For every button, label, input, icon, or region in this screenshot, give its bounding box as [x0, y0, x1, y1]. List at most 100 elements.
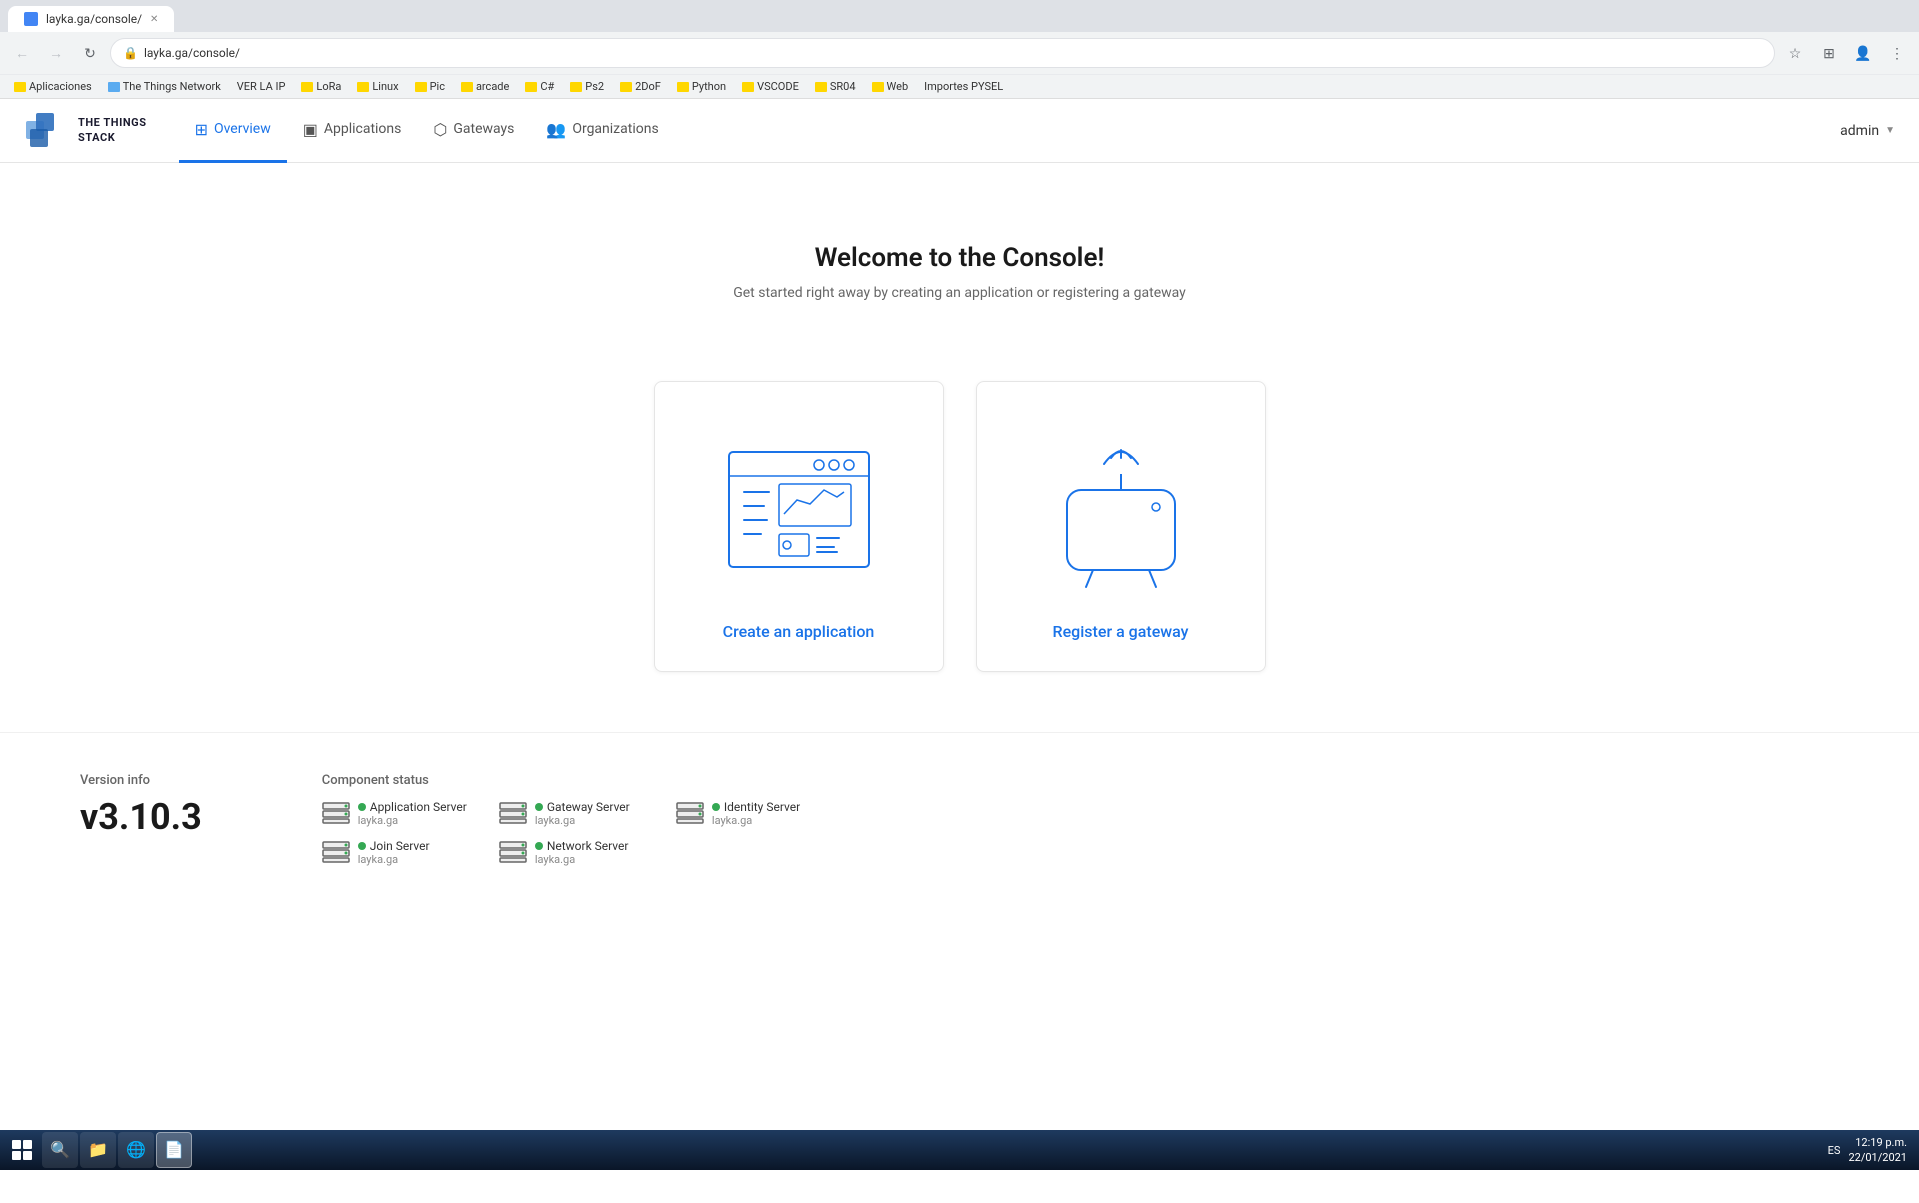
status-dot-green [535, 842, 543, 850]
create-application-label: Create an application [723, 622, 875, 641]
lock-icon: 🔒 [123, 46, 138, 60]
folder-icon [357, 82, 369, 92]
create-application-card[interactable]: Create an application [654, 381, 944, 672]
status-item-network-server: Network Server layka.ga [499, 839, 644, 866]
net-server-host: layka.ga [535, 853, 629, 866]
nav-item-organizations[interactable]: 👥 Organizations [530, 99, 674, 163]
nav-item-applications[interactable]: ▣ Applications [287, 99, 418, 163]
bookmarks-bar: Aplicaciones The Things Network VER LA I… [0, 74, 1919, 98]
extensions-button[interactable]: ⊞ [1815, 39, 1843, 67]
server-icon-gw [499, 802, 527, 824]
organizations-icon: 👥 [546, 120, 566, 139]
version-info: Version info v3.10.3 [80, 773, 202, 866]
status-item-gateway-server: Gateway Server layka.ga [499, 800, 644, 827]
bookmark-ps2[interactable]: Ps2 [564, 78, 610, 95]
browser-toolbar: ← → ↻ 🔒 layka.ga/console/ ☆ ⊞ 👤 ⋮ [0, 32, 1919, 74]
bookmark-importes-pysel[interactable]: Importes PYSEL [918, 78, 1009, 95]
app-header: THE THINGS STACK ⊞ Overview ▣ Applicatio… [0, 99, 1919, 163]
dropdown-arrow-icon: ▼ [1885, 125, 1895, 136]
bookmark-python[interactable]: Python [671, 78, 732, 95]
register-gateway-label: Register a gateway [1053, 622, 1189, 641]
register-gateway-card[interactable]: Register a gateway [976, 381, 1266, 672]
bookmark-ver-la-ip[interactable]: VER LA IP [231, 78, 292, 95]
taskbar-search-button[interactable]: 🔍 [42, 1132, 78, 1168]
bookmark-vscode[interactable]: VSCODE [736, 78, 805, 95]
bookmark-sr04[interactable]: SR04 [809, 78, 862, 95]
address-bar[interactable]: 🔒 layka.ga/console/ [110, 38, 1775, 68]
logo[interactable]: THE THINGS STACK [24, 109, 147, 153]
status-item-application-server: Application Server layka.ga [322, 800, 467, 827]
nav-menu: ⊞ Overview ▣ Applications ⬡ Gateways 👥 O… [179, 99, 1841, 163]
tray-time: 12:19 p.m. [1848, 1135, 1907, 1150]
status-dot-green [535, 803, 543, 811]
folder-icon [677, 82, 689, 92]
component-status-label: Component status [322, 773, 821, 788]
taskbar-chrome-button[interactable]: 🌐 [118, 1132, 154, 1168]
tab-title: layka.ga/console/ [46, 12, 142, 26]
bookmark-web[interactable]: Web [866, 78, 915, 95]
start-button[interactable] [4, 1132, 40, 1168]
tab-close-button[interactable]: ✕ [150, 14, 158, 25]
folder-icon [872, 82, 884, 92]
gateway-illustration [1031, 422, 1211, 602]
status-dot-green [712, 803, 720, 811]
bookmark-2dof[interactable]: 2DoF [614, 78, 667, 95]
forward-button[interactable]: → [42, 39, 70, 67]
server-icon-app [322, 802, 350, 824]
taskbar-active-app-button[interactable]: 📄 [156, 1132, 192, 1168]
nav-item-overview[interactable]: ⊞ Overview [179, 99, 287, 163]
status-dot-green [358, 842, 366, 850]
bookmark-linux[interactable]: Linux [351, 78, 404, 95]
footer-grid: Version info v3.10.3 Component status [80, 773, 1839, 866]
tab-favicon [24, 12, 38, 26]
bookmark-pic[interactable]: Pic [409, 78, 451, 95]
version-number: v3.10.3 [80, 796, 202, 838]
applications-icon: ▣ [303, 120, 318, 139]
taskbar: 🔍 📁 🌐 📄 ES 12:19 p.m. 22/01/2021 [0, 1130, 1919, 1170]
status-item-join-server: Join Server layka.ga [322, 839, 467, 866]
hero-subtitle: Get started right away by creating an ap… [24, 285, 1895, 301]
bookmark-arcade[interactable]: arcade [455, 78, 515, 95]
back-button[interactable]: ← [8, 39, 36, 67]
id-server-info: Identity Server layka.ga [712, 800, 800, 827]
gw-server-name: Gateway Server [535, 800, 630, 814]
reload-button[interactable]: ↻ [76, 39, 104, 67]
net-server-name: Network Server [535, 839, 629, 853]
status-item-identity-server: Identity Server layka.ga [676, 800, 821, 827]
bookmark-csharp[interactable]: C# [519, 78, 560, 95]
server-icon-id [676, 802, 704, 824]
gw-server-info: Gateway Server layka.ga [535, 800, 630, 827]
active-tab[interactable]: layka.ga/console/ ✕ [8, 6, 174, 32]
windows-logo-icon [12, 1140, 32, 1160]
profile-button[interactable]: 👤 [1849, 39, 1877, 67]
folder-icon [620, 82, 632, 92]
id-server-name: Identity Server [712, 800, 800, 814]
taskbar-tray: ES 12:19 p.m. 22/01/2021 [1820, 1135, 1915, 1166]
folder-icon [815, 82, 827, 92]
hero-section: Welcome to the Console! Get started righ… [0, 163, 1919, 361]
logo-icon [24, 109, 68, 153]
footer-section: Version info v3.10.3 Component status [0, 732, 1919, 906]
folder-icon [742, 82, 754, 92]
gateway-svg [1031, 432, 1211, 592]
gateways-icon: ⬡ [433, 120, 447, 139]
app-server-name: Application Server [358, 800, 467, 814]
cards-container: Create an application [0, 361, 1919, 732]
nav-item-gateways[interactable]: ⬡ Gateways [417, 99, 530, 163]
status-grid: Application Server layka.ga [322, 800, 821, 866]
menu-button[interactable]: ⋮ [1883, 39, 1911, 67]
bookmark-lora[interactable]: LoRa [295, 78, 347, 95]
join-server-info: Join Server layka.ga [358, 839, 430, 866]
join-server-name: Join Server [358, 839, 430, 853]
gw-server-host: layka.ga [535, 814, 630, 827]
browser-chrome: layka.ga/console/ ✕ ← → ↻ 🔒 layka.ga/con… [0, 0, 1919, 99]
bookmark-things-network[interactable]: The Things Network [102, 78, 227, 95]
overview-icon: ⊞ [195, 120, 208, 139]
taskbar-files-button[interactable]: 📁 [80, 1132, 116, 1168]
user-menu[interactable]: admin ▼ [1840, 123, 1895, 139]
bookmark-aplicaciones[interactable]: Aplicaciones [8, 78, 98, 95]
folder-icon [461, 82, 473, 92]
tray-clock: 12:19 p.m. 22/01/2021 [1848, 1135, 1907, 1166]
user-label: admin [1840, 123, 1879, 139]
bookmark-button[interactable]: ☆ [1781, 39, 1809, 67]
